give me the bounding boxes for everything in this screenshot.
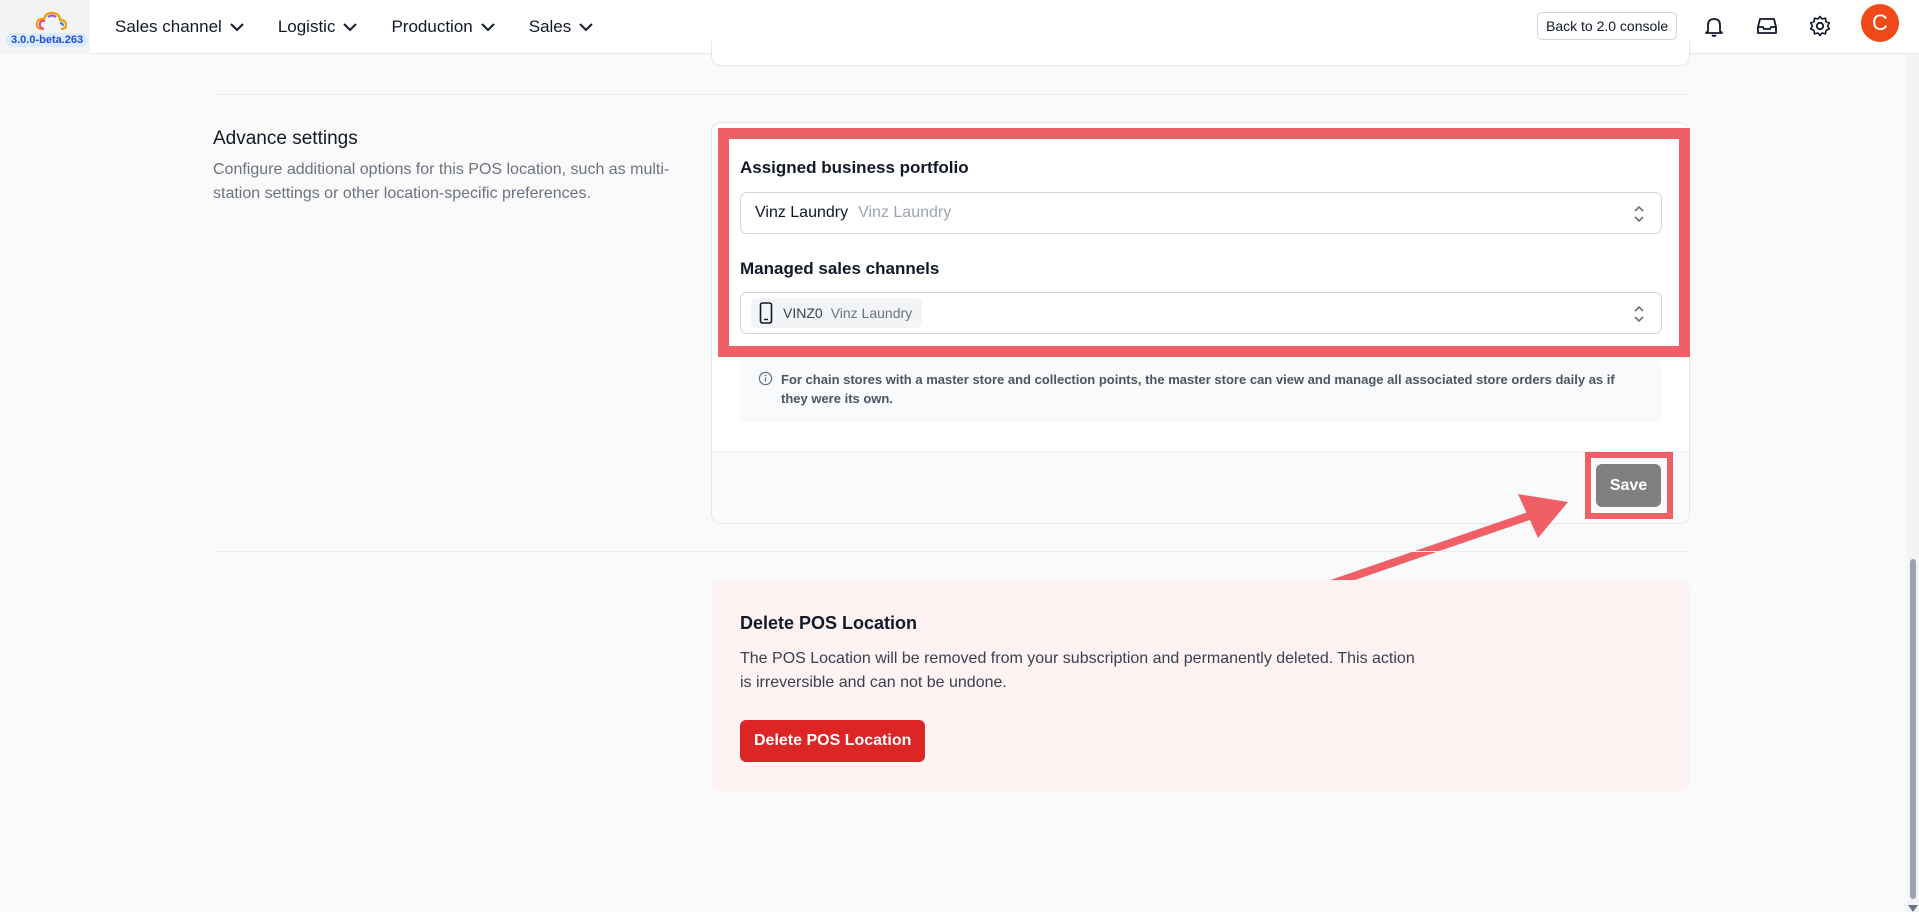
chevron-down-icon xyxy=(481,22,495,31)
info-text: For chain stores with a master store and… xyxy=(781,372,1615,406)
back-to-console-button[interactable]: Back to 2.0 console xyxy=(1537,12,1678,40)
chevron-down-icon xyxy=(343,22,358,31)
info-notice: For chain stores with a master store and… xyxy=(740,360,1662,422)
nav-label: Sales channel xyxy=(115,17,222,36)
delete-description: The POS Location will be removed from yo… xyxy=(740,650,1415,691)
advance-settings-title: Advance settings xyxy=(213,128,358,149)
nav-sales[interactable]: Sales xyxy=(529,17,594,37)
advance-settings-description: Configure additional options for this PO… xyxy=(213,161,670,202)
inbox-icon[interactable] xyxy=(1755,14,1779,38)
scroll-thumb[interactable] xyxy=(1910,559,1916,899)
info-icon xyxy=(758,371,773,386)
previous-section-card xyxy=(711,40,1690,66)
nav-label: Sales xyxy=(528,17,572,36)
chevron-down-icon xyxy=(230,22,244,31)
version-badge: 3.0.0-beta.263 xyxy=(6,33,89,47)
section-divider xyxy=(213,94,1690,95)
nav-sales-channel[interactable]: Sales channel xyxy=(115,17,244,37)
bell-icon[interactable] xyxy=(1702,14,1726,38)
chevron-down-icon xyxy=(579,22,593,31)
nav-label: Production xyxy=(391,17,473,36)
app-logo[interactable]: 3.0.0-beta.263 xyxy=(0,0,90,54)
page-scrollbar[interactable] xyxy=(1907,54,1919,912)
nav-label: Logistic xyxy=(277,17,336,36)
delete-pos-location-button[interactable]: Delete POS Location xyxy=(740,720,926,762)
highlight-box-settings xyxy=(718,128,1690,357)
main-nav: Sales channel Logistic Production Sales xyxy=(115,0,627,54)
scroll-down-arrow-icon[interactable] xyxy=(1908,905,1918,912)
avatar[interactable]: C xyxy=(1861,4,1899,42)
cloud-logo-icon xyxy=(35,11,68,31)
nav-production[interactable]: Production xyxy=(391,17,495,37)
section-divider xyxy=(213,551,1690,552)
delete-title: Delete POS Location xyxy=(740,613,918,633)
highlight-box-save xyxy=(1585,452,1673,519)
nav-logistic[interactable]: Logistic xyxy=(278,17,358,37)
gear-icon[interactable] xyxy=(1808,14,1832,38)
